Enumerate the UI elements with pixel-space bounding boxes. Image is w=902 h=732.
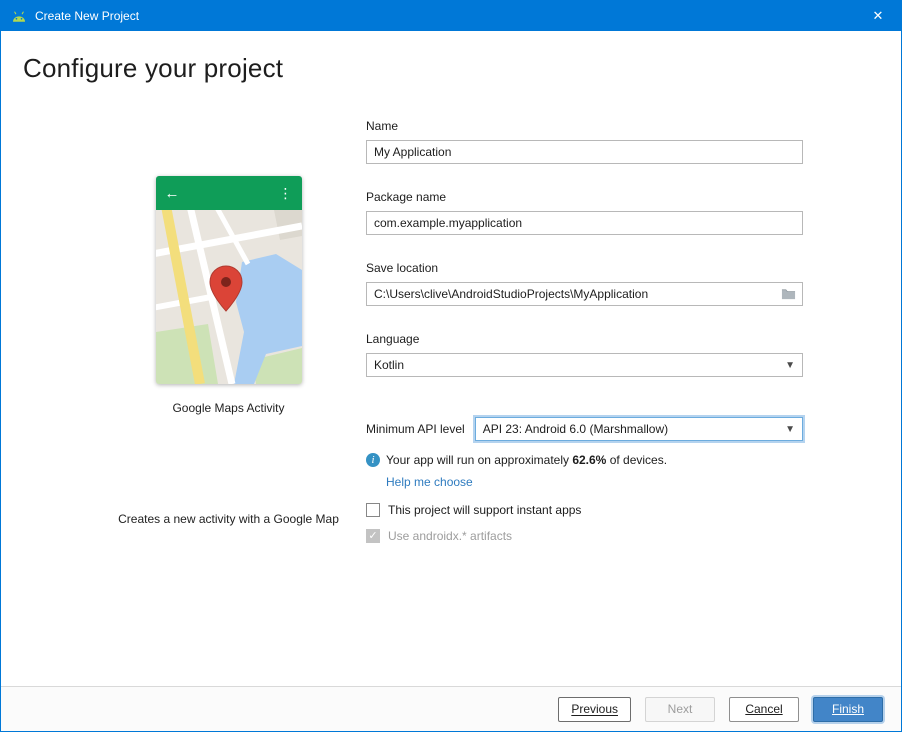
- dialog-footer: Previous Next Cancel Finish: [1, 686, 901, 731]
- window-title: Create New Project: [35, 9, 855, 23]
- save-location-label: Save location: [366, 261, 803, 275]
- api-level-group: Minimum API level API 23: Android 6.0 (M…: [366, 417, 803, 441]
- map-illustration: [156, 210, 302, 384]
- device-coverage-note: i Your app will run on approximately 62.…: [366, 453, 803, 467]
- coverage-text: Your app will run on approximately 62.6%…: [386, 453, 667, 467]
- activity-preview-thumbnail: ← ⋮: [156, 176, 302, 384]
- save-location-group: Save location: [366, 261, 803, 306]
- project-form: Name Package name Save location: [366, 119, 803, 543]
- overflow-menu-icon: ⋮: [279, 185, 293, 202]
- title-bar[interactable]: Create New Project ✕: [1, 1, 901, 31]
- api-level-label: Minimum API level: [366, 422, 465, 436]
- page-title: Configure your project: [23, 53, 901, 84]
- androidx-checkbox: ✓: [366, 529, 380, 543]
- name-label: Name: [366, 119, 803, 133]
- api-level-dropdown[interactable]: API 23: Android 6.0 (Marshmallow) ▼: [475, 417, 803, 441]
- finish-button[interactable]: Finish: [813, 697, 883, 722]
- instant-apps-checkbox[interactable]: [366, 503, 380, 517]
- language-value: Kotlin: [374, 358, 404, 372]
- preview-appbar: ← ⋮: [156, 176, 302, 210]
- androidx-label: Use androidx.* artifacts: [388, 529, 512, 543]
- language-label: Language: [366, 332, 803, 346]
- language-dropdown[interactable]: Kotlin ▼: [366, 353, 803, 377]
- package-group: Package name: [366, 190, 803, 235]
- package-name-label: Package name: [366, 190, 803, 204]
- folder-icon[interactable]: [781, 287, 796, 300]
- back-arrow-icon: ←: [165, 185, 180, 202]
- package-name-input[interactable]: [366, 211, 803, 235]
- instant-apps-row[interactable]: This project will support instant apps: [366, 503, 803, 517]
- android-logo-icon: [10, 9, 28, 24]
- previous-button[interactable]: Previous: [558, 697, 631, 722]
- instant-apps-label: This project will support instant apps: [388, 503, 581, 517]
- androidx-row: ✓ Use androidx.* artifacts: [366, 529, 803, 543]
- info-icon: i: [366, 453, 380, 467]
- dialog-content: Configure your project ← ⋮: [1, 31, 901, 686]
- api-level-value: API 23: Android 6.0 (Marshmallow): [483, 422, 668, 436]
- name-input[interactable]: [366, 140, 803, 164]
- cancel-button[interactable]: Cancel: [729, 697, 799, 722]
- activity-caption: Google Maps Activity: [172, 401, 284, 415]
- activity-description: Creates a new activity with a Google Map: [118, 512, 339, 526]
- close-icon[interactable]: ✕: [855, 1, 901, 31]
- next-button: Next: [645, 697, 715, 722]
- coverage-percent: 62.6%: [572, 453, 606, 467]
- name-group: Name: [366, 119, 803, 164]
- activity-preview-panel: ← ⋮: [1, 84, 366, 526]
- help-me-choose-link[interactable]: Help me choose: [386, 475, 473, 489]
- chevron-down-icon: ▼: [785, 424, 795, 435]
- save-location-input[interactable]: [366, 282, 803, 306]
- create-new-project-dialog: Create New Project ✕ Configure your proj…: [0, 0, 902, 732]
- chevron-down-icon: ▼: [785, 360, 795, 371]
- language-group: Language Kotlin ▼: [366, 332, 803, 377]
